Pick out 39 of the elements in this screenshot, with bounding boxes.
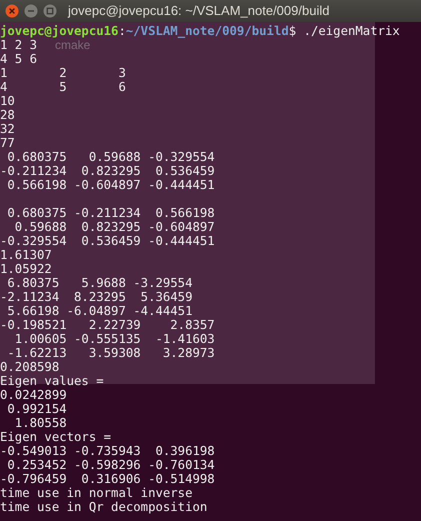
output-line: 1.61307: [0, 248, 52, 262]
minimize-icon[interactable]: [24, 4, 38, 18]
output-line: 1.80558: [14, 416, 67, 430]
output-line: 6.80375 5.9688 -3.29554: [6, 276, 192, 290]
output-line: Eigen values =: [0, 374, 104, 388]
output-line: 0.566198 -0.604897 -0.444451: [6, 178, 215, 192]
output-line: -0.796459 0.316906 -0.514998: [0, 472, 215, 486]
output-line: -0.211234 0.823295 0.536459: [0, 164, 215, 178]
output-line: -0.198521 2.22739 2.8357: [0, 318, 215, 332]
output-line: time use in Qr decomposition: [0, 500, 208, 514]
output-line: 1 2 3: [0, 66, 126, 80]
output-line: -2.11234 8.23295 5.36459: [0, 290, 192, 304]
output-line: Eigen vectors =: [0, 430, 112, 444]
output-line: 28: [0, 108, 15, 122]
output-line: 77: [0, 136, 15, 150]
output-line: 0.253452 -0.598296 -0.760134: [6, 458, 215, 472]
output-line: 4 5 6: [0, 80, 126, 94]
window-title: jovepc@jovepcu16: ~/VSLAM_note/009/build: [68, 2, 330, 20]
output-line: 0.680375 0.59688 -0.329554: [6, 150, 215, 164]
output-line: 4 5 6: [0, 52, 38, 66]
output-line: -1.62213 3.59308 3.28973: [6, 346, 215, 360]
output-line: 0.59688 0.823295 -0.604897: [14, 220, 215, 234]
output-line: 0.0242899: [0, 388, 67, 402]
ghost-text: cmake: [55, 38, 90, 52]
output-line: 0.680375 -0.211234 0.566198: [6, 206, 215, 220]
output-line: 0.208598: [0, 360, 60, 374]
maximize-icon[interactable]: [43, 4, 57, 18]
output-line: 5.66198 -6.04897 -4.44451: [6, 304, 192, 318]
output-line: 0.992154: [6, 402, 67, 416]
output-line: -0.329554 0.536459 -0.444451: [0, 234, 215, 248]
output-line: 32: [0, 122, 15, 136]
output-line: 1.05922: [0, 262, 52, 276]
output-line: 10: [0, 94, 15, 108]
output-line: -0.549013 -0.735943 0.396198: [0, 444, 215, 458]
output-line: 1 2 3: [0, 38, 38, 52]
output-line: time use in normal inverse: [0, 486, 192, 500]
output-line: 1.00605 -0.555135 -1.41603: [14, 332, 215, 346]
prompt-line: jovepc@jovepcu16:~/VSLAM_note/009/build$ ./eigenMatrix: [0, 24, 400, 38]
close-icon[interactable]: [5, 4, 19, 18]
